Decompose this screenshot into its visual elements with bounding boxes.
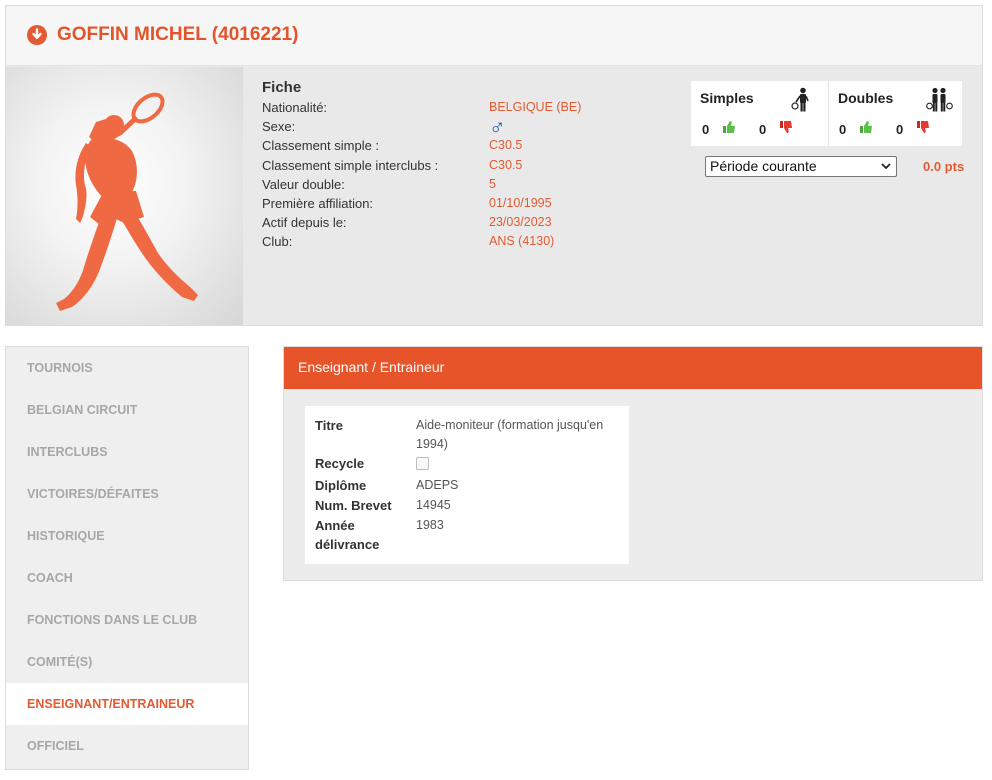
field-sex: Sexe: ♂ xyxy=(262,116,506,138)
field-double-value: Valeur double: 5 xyxy=(262,177,496,196)
sidebar-item-victoires-defaites[interactable]: VICTOIRES/DÉFAITES xyxy=(6,473,248,515)
thumbs-up-icon xyxy=(723,121,735,133)
recycle-checkbox[interactable] xyxy=(416,457,429,470)
period-select[interactable]: Période courante xyxy=(705,156,897,177)
teacher-info-card: Titre Aide-moniteur (formation jusqu'en … xyxy=(305,406,629,564)
fiche-section: Fiche Nationalité: BELGIQUE (BE) Sexe: ♂… xyxy=(262,79,581,254)
sidebar-item-coach[interactable]: COACH xyxy=(6,557,248,599)
player-name: GOFFIN MICHEL (4016221) xyxy=(57,24,299,45)
info-label: Titre xyxy=(315,418,343,433)
male-symbol-icon: ♂ xyxy=(489,114,506,140)
field-ranking-interclubs: Classement simple interclubs : C30.5 xyxy=(262,158,522,177)
points-total: 0.0 pts xyxy=(923,159,965,174)
field-label: Classement simple interclubs : xyxy=(262,157,439,173)
stats-simples[interactable]: Simples 0 0 xyxy=(691,81,825,146)
stats-title: Simples xyxy=(700,90,754,106)
thumbs-up-icon xyxy=(860,121,872,133)
field-label: Sexe: xyxy=(262,119,296,135)
info-value: ADEPS xyxy=(416,478,459,492)
row-diplome: Diplôme ADEPS xyxy=(315,476,625,496)
field-nationality: Nationalité: BELGIQUE (BE) xyxy=(262,100,581,119)
field-value: 01/10/1995 xyxy=(489,195,552,210)
sidebar-item-tournois[interactable]: TOURNOIS xyxy=(6,347,248,389)
info-value: Aide-moniteur (formation jusqu'en 1994) xyxy=(416,418,604,451)
field-label: Classement simple : xyxy=(262,138,380,154)
sidebar-item-fonctions-club[interactable]: FONCTIONS DANS LE CLUB xyxy=(6,599,248,641)
row-annee: Année délivrance 1983 xyxy=(315,516,625,556)
stats-doubles[interactable]: Doubles 0 0 xyxy=(828,81,962,146)
field-label: Valeur double: xyxy=(262,176,345,192)
field-label: Première affiliation: xyxy=(262,195,374,211)
fiche-title: Fiche xyxy=(262,79,302,96)
info-label: Recycle xyxy=(315,456,365,471)
field-value: 5 xyxy=(489,176,496,191)
field-label: Club: xyxy=(262,234,293,250)
row-brevet: Num. Brevet 14945 xyxy=(315,496,625,516)
teacher-panel: Enseignant / Entraineur Titre Aide-monit… xyxy=(283,346,983,581)
player-photo xyxy=(6,67,243,325)
panel-title: Enseignant / Entraineur xyxy=(298,359,445,375)
tennis-player-silhouette xyxy=(56,92,198,311)
field-ranking-single: Classement simple : C30.5 xyxy=(262,138,522,157)
thumbs-down-icon xyxy=(917,121,929,133)
field-value: C30.5 xyxy=(489,138,523,153)
sidebar-item-interclubs[interactable]: INTERCLUBS xyxy=(6,431,248,473)
row-recycle: Recycle xyxy=(315,454,625,474)
stats-title: Doubles xyxy=(838,90,894,106)
sidebar-item-comites[interactable]: COMITÉ(S) xyxy=(6,641,248,683)
field-club: Club: ANS (4130) xyxy=(262,234,554,253)
download-circle-icon[interactable] xyxy=(27,25,47,45)
single-player-icon xyxy=(791,87,809,112)
sidebar-item-historique[interactable]: HISTORIQUE xyxy=(6,515,248,557)
sidebar-nav: TOURNOIS BELGIAN CIRCUIT INTERCLUBS VICT… xyxy=(5,346,249,770)
stats-box: Simples 0 0 Doubles 0 0 xyxy=(691,81,962,146)
row-titre: Titre Aide-moniteur (formation jusqu'en … xyxy=(315,416,625,456)
panel-header: Enseignant / Entraineur xyxy=(284,347,982,389)
field-value: C30.5 xyxy=(489,157,523,172)
losses-count: 0 xyxy=(896,122,904,137)
info-value: 1983 xyxy=(416,518,444,532)
double-players-icon xyxy=(926,87,953,112)
thumbs-down-icon xyxy=(780,121,792,133)
field-value: BELGIQUE (BE) xyxy=(489,100,582,114)
chevron-down-icon xyxy=(881,163,891,170)
field-value: 23/03/2023 xyxy=(489,215,552,230)
sidebar-item-enseignant-entraineur[interactable]: ENSEIGNANT/ENTRAINEUR xyxy=(6,683,248,725)
losses-count: 0 xyxy=(759,122,767,137)
field-label: Nationalité: xyxy=(262,100,328,115)
player-header: GOFFIN MICHEL (4016221) xyxy=(6,6,982,66)
player-card: GOFFIN MICHEL (4016221) Fiche Nationalit… xyxy=(5,5,983,326)
info-label: Année délivrance xyxy=(315,518,380,552)
info-label: Diplôme xyxy=(315,478,367,493)
sidebar-item-officiel[interactable]: OFFICIEL xyxy=(6,725,248,767)
field-first-affiliation: Première affiliation: 01/10/1995 xyxy=(262,196,552,215)
period-selected-value: Période courante xyxy=(710,158,817,174)
info-value: 14945 xyxy=(416,498,451,512)
club-link[interactable]: ANS (4130) xyxy=(489,234,554,248)
info-label: Num. Brevet xyxy=(315,498,392,513)
field-label: Actif depuis le: xyxy=(262,215,347,231)
wins-count: 0 xyxy=(839,122,847,137)
sidebar-item-belgian-circuit[interactable]: BELGIAN CIRCUIT xyxy=(6,389,248,431)
wins-count: 0 xyxy=(702,122,710,137)
field-active-since: Actif depuis le: 23/03/2023 xyxy=(262,215,552,234)
